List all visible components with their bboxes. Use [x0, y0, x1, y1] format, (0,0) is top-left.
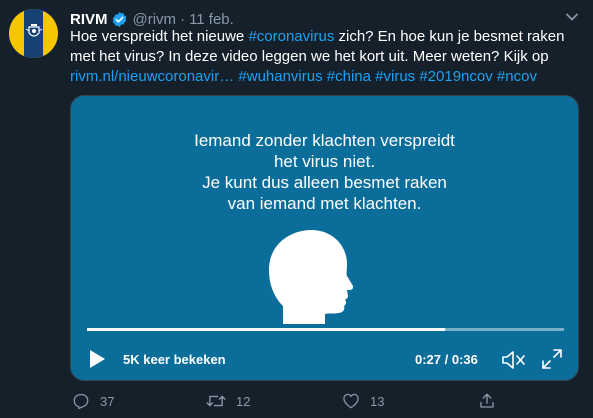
- tweet-link[interactable]: #wuhanvirus: [238, 68, 322, 85]
- tweet-header: RIVM @rivm · 11 feb.: [70, 9, 234, 29]
- head-silhouette-icon: [269, 230, 353, 324]
- caption-line: het virus niet.: [273, 152, 376, 171]
- video-caption: Iemand zonder klachten verspreidt het vi…: [71, 130, 578, 214]
- like-button[interactable]: 13: [342, 392, 384, 410]
- tweet-link[interactable]: #ncov: [497, 68, 537, 85]
- tweet-link[interactable]: #2019ncov: [419, 68, 492, 85]
- author-name[interactable]: RIVM: [70, 11, 108, 28]
- play-icon[interactable]: [87, 348, 107, 375]
- video-progress-fill: [87, 328, 445, 331]
- coat-of-arms-icon: [25, 24, 43, 37]
- tweet-link[interactable]: #china: [327, 68, 371, 85]
- share-icon: [480, 393, 494, 408]
- reply-button[interactable]: 37: [72, 392, 114, 410]
- retweet-button[interactable]: 12: [206, 392, 250, 410]
- video-time: 0:27 / 0:36: [415, 352, 478, 367]
- reply-icon: [73, 393, 89, 410]
- avatar[interactable]: [9, 9, 58, 58]
- verified-badge-icon: [111, 11, 128, 28]
- retweet-icon: [206, 395, 226, 407]
- like-icon: [343, 393, 359, 409]
- tweet-actions: 37 12 13: [70, 392, 510, 414]
- mute-icon[interactable]: [501, 349, 527, 376]
- view-count: 5K keer bekeken: [123, 352, 226, 367]
- video-progress-bar[interactable]: [87, 328, 564, 331]
- author-handle[interactable]: @rivm: [133, 11, 177, 28]
- caption-line: Iemand zonder klachten verspreidt: [194, 131, 455, 150]
- tweet-link[interactable]: #coronavirus: [248, 28, 334, 45]
- caption-line: van iemand met klachten.: [227, 194, 422, 213]
- tweet-link[interactable]: rivm.nl/nieuwcoronavir…: [70, 68, 234, 85]
- fullscreen-icon[interactable]: [541, 348, 563, 375]
- tweet-link[interactable]: #virus: [375, 68, 415, 85]
- like-count: 13: [370, 393, 385, 409]
- tweet-text-segment: Hoe verspreidt het nieuwe: [70, 28, 249, 45]
- retweet-count: 12: [236, 393, 251, 409]
- reply-count: 37: [100, 393, 115, 409]
- tweet-text: Hoe verspreidt het nieuwe #coronavirus z…: [70, 27, 585, 87]
- share-button[interactable]: [478, 392, 496, 410]
- video-player[interactable]: Iemand zonder klachten verspreidt het vi…: [70, 95, 579, 381]
- caption-line: Je kunt dus alleen besmet raken: [202, 173, 447, 192]
- tweet-date[interactable]: 11 feb.: [189, 11, 234, 28]
- separator-dot: ·: [180, 10, 186, 28]
